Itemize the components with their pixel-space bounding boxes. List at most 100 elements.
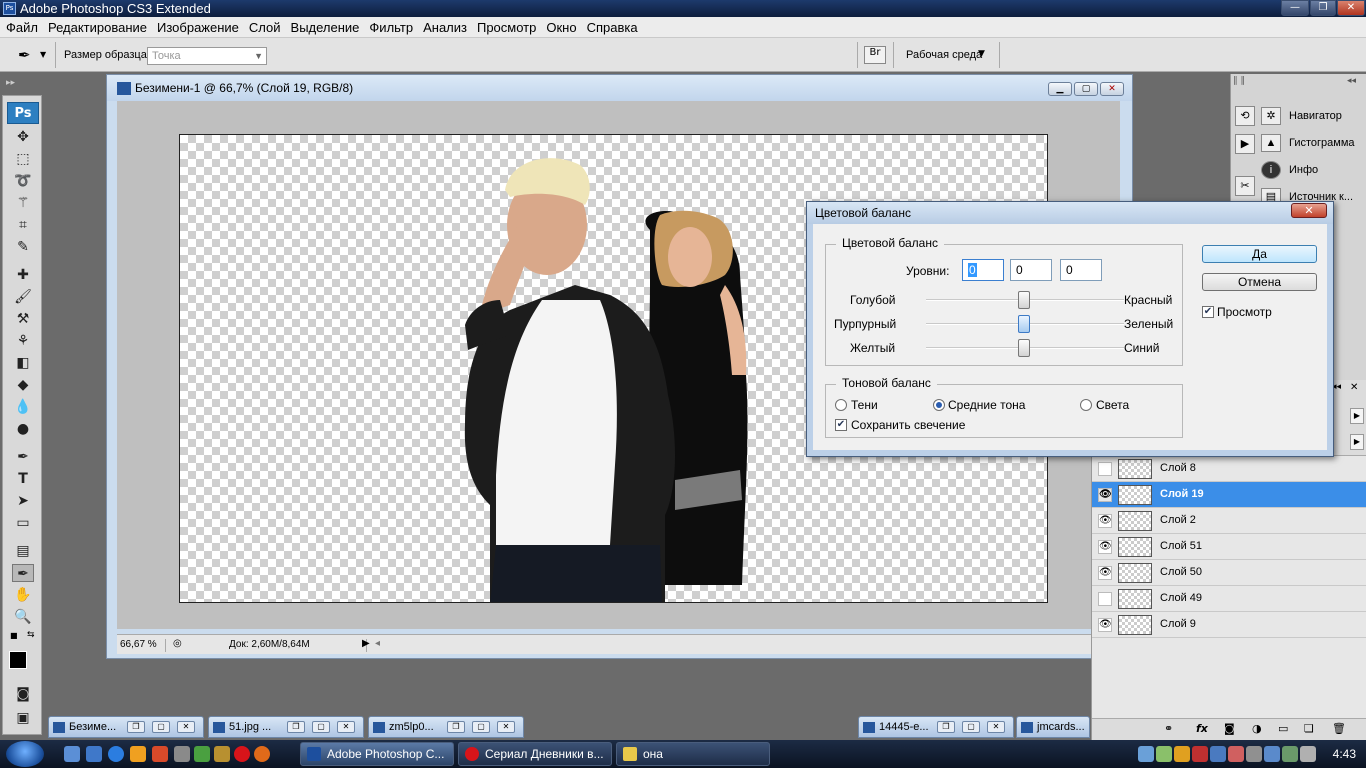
- menu-filter[interactable]: Фильтр: [364, 17, 418, 38]
- tray-icon[interactable]: [1246, 746, 1262, 762]
- history-brush-tool-icon[interactable]: ⚘: [12, 332, 34, 350]
- midtones-label[interactable]: Средние тона: [948, 398, 1025, 412]
- opera-icon[interactable]: [234, 746, 250, 762]
- dialog-titlebar[interactable]: Цветовой баланс ✕: [807, 202, 1333, 224]
- pen-tool-icon[interactable]: ✒: [12, 448, 34, 466]
- visibility-eye-icon[interactable]: 👁: [1098, 540, 1112, 554]
- dialog-close-button[interactable]: ✕: [1291, 203, 1327, 218]
- layer-row[interactable]: 👁 Слой 51: [1092, 534, 1366, 560]
- level-cyan-red-input[interactable]: 0: [962, 259, 1004, 281]
- magenta-green-slider[interactable]: [926, 315, 1124, 333]
- hand-tool-icon[interactable]: ✋: [12, 586, 34, 604]
- history-panel-icon[interactable]: ⟲: [1235, 106, 1255, 126]
- layer-row[interactable]: Слой 8: [1092, 456, 1366, 482]
- slider-thumb[interactable]: [1018, 315, 1030, 333]
- start-button[interactable]: [6, 741, 44, 767]
- minimized-doc-tab[interactable]: zm5lp0... ❐ ▢ ✕: [368, 716, 524, 738]
- layer-mask-icon[interactable]: ◙: [1224, 722, 1235, 735]
- clone-stamp-tool-icon[interactable]: ⚒: [12, 310, 34, 328]
- visibility-eye-icon[interactable]: [1098, 462, 1112, 476]
- slider-thumb[interactable]: [1018, 339, 1030, 357]
- menu-window[interactable]: Окно: [541, 17, 581, 38]
- doc-maximize-button[interactable]: ▢: [1074, 82, 1098, 96]
- marquee-tool-icon[interactable]: ⬚: [12, 150, 34, 168]
- expand-dock-icon[interactable]: ◂◂: [1347, 76, 1356, 86]
- level-yellow-blue-input[interactable]: 0: [1060, 259, 1102, 281]
- sample-size-select[interactable]: Точка ▼: [147, 47, 267, 65]
- zoom-tool-icon[interactable]: 🔍: [12, 608, 34, 626]
- slice-tool-icon[interactable]: ✎: [12, 238, 34, 256]
- menu-image[interactable]: Изображение: [152, 17, 244, 38]
- eyedropper-tool-icon[interactable]: ✒: [12, 564, 34, 582]
- menu-layer[interactable]: Слой: [244, 17, 286, 38]
- maximize-icon[interactable]: ▢: [472, 721, 490, 733]
- minimize-button[interactable]: —: [1281, 0, 1309, 16]
- shadows-label[interactable]: Тени: [851, 398, 878, 412]
- minimized-doc-tab[interactable]: jmcards...: [1016, 716, 1090, 738]
- adjustment-layer-icon[interactable]: ◑: [1252, 722, 1262, 735]
- dodge-tool-icon[interactable]: ●: [12, 420, 34, 438]
- maximize-icon[interactable]: ▢: [152, 721, 170, 733]
- level-magenta-green-input[interactable]: 0: [1010, 259, 1052, 281]
- collapse-toolbox-icon[interactable]: ▸▸: [6, 78, 15, 88]
- internet-explorer-icon[interactable]: [108, 746, 124, 762]
- maximize-icon[interactable]: ▢: [312, 721, 330, 733]
- blur-tool-icon[interactable]: 💧: [12, 398, 34, 416]
- network-icon[interactable]: [1282, 746, 1298, 762]
- tray-icon[interactable]: [1138, 746, 1154, 762]
- scroll-left-icon[interactable]: ◂: [375, 638, 380, 649]
- tray-icon[interactable]: [1228, 746, 1244, 762]
- tray-icon[interactable]: [1192, 746, 1208, 762]
- restore-icon[interactable]: ❐: [127, 721, 145, 733]
- menu-view[interactable]: Просмотр: [472, 17, 541, 38]
- eyedropper-preset-icon[interactable]: ✒: [18, 45, 38, 65]
- close-button[interactable]: ✕: [1337, 0, 1365, 16]
- workspace-label[interactable]: Рабочая среда: [906, 49, 982, 61]
- layer-row[interactable]: Слой 49: [1092, 586, 1366, 612]
- brush-tool-icon[interactable]: 🖌: [12, 288, 34, 306]
- opacity-arrow-icon[interactable]: ▶: [1350, 408, 1364, 424]
- preserve-luminosity-checkbox[interactable]: ✔: [835, 419, 847, 431]
- menu-help[interactable]: Справка: [582, 17, 643, 38]
- close-icon[interactable]: ✕: [987, 721, 1005, 733]
- minimized-doc-tab[interactable]: Безиме... ❐ ▢ ✕: [48, 716, 204, 738]
- layer-row[interactable]: 👁 Слой 9: [1092, 612, 1366, 638]
- show-desktop-icon[interactable]: [64, 746, 80, 762]
- close-icon[interactable]: ✕: [337, 721, 355, 733]
- rectangle-tool-icon[interactable]: ▭: [12, 514, 34, 532]
- layer-row[interactable]: 👁 Слой 19: [1092, 482, 1366, 508]
- quick-mask-icon[interactable]: ◙: [12, 685, 34, 703]
- highlights-label[interactable]: Света: [1096, 398, 1129, 412]
- visibility-eye-icon[interactable]: 👁: [1098, 488, 1112, 502]
- status-arrow-icon[interactable]: ▶: [362, 638, 370, 649]
- taskbar-item-photoshop[interactable]: Adobe Photoshop C...: [300, 742, 454, 766]
- swap-colors-icon[interactable]: ⇆: [27, 630, 35, 640]
- highlights-radio[interactable]: [1080, 399, 1092, 411]
- visibility-eye-icon[interactable]: 👁: [1098, 618, 1112, 632]
- yellow-blue-slider[interactable]: [926, 339, 1124, 357]
- crop-tool-icon[interactable]: ⌗: [12, 216, 34, 234]
- midtones-radio[interactable]: [933, 399, 945, 411]
- healing-brush-tool-icon[interactable]: ✚: [12, 266, 34, 284]
- tray-icon[interactable]: [1174, 746, 1190, 762]
- restore-icon[interactable]: ❐: [287, 721, 305, 733]
- type-tool-icon[interactable]: T: [12, 470, 34, 488]
- restore-button[interactable]: ❐: [1310, 0, 1336, 16]
- quick-launch-icon[interactable]: [152, 746, 168, 762]
- quick-launch-icon[interactable]: [214, 746, 230, 762]
- status-menu-icon[interactable]: ◎: [173, 638, 182, 649]
- bridge-icon[interactable]: Br: [864, 46, 886, 64]
- restore-icon[interactable]: ❐: [937, 721, 955, 733]
- menu-edit[interactable]: Редактирование: [43, 17, 152, 38]
- minimized-doc-tab[interactable]: 51.jpg ... ❐ ▢ ✕: [208, 716, 364, 738]
- ok-button[interactable]: Да: [1202, 245, 1317, 263]
- tray-icon[interactable]: [1156, 746, 1172, 762]
- layers-close-icon[interactable]: ✕: [1350, 382, 1358, 393]
- media-player-icon[interactable]: [130, 746, 146, 762]
- new-layer-icon[interactable]: ❏: [1304, 722, 1314, 735]
- delete-layer-icon[interactable]: 🗑: [1332, 722, 1346, 735]
- zoom-level[interactable]: 66,67 %: [120, 639, 166, 652]
- minimized-doc-tab[interactable]: 14445-e... ❐ ▢ ✕: [858, 716, 1014, 738]
- magic-wand-tool-icon[interactable]: ⚚: [12, 194, 34, 212]
- new-group-icon[interactable]: ▭: [1278, 722, 1288, 735]
